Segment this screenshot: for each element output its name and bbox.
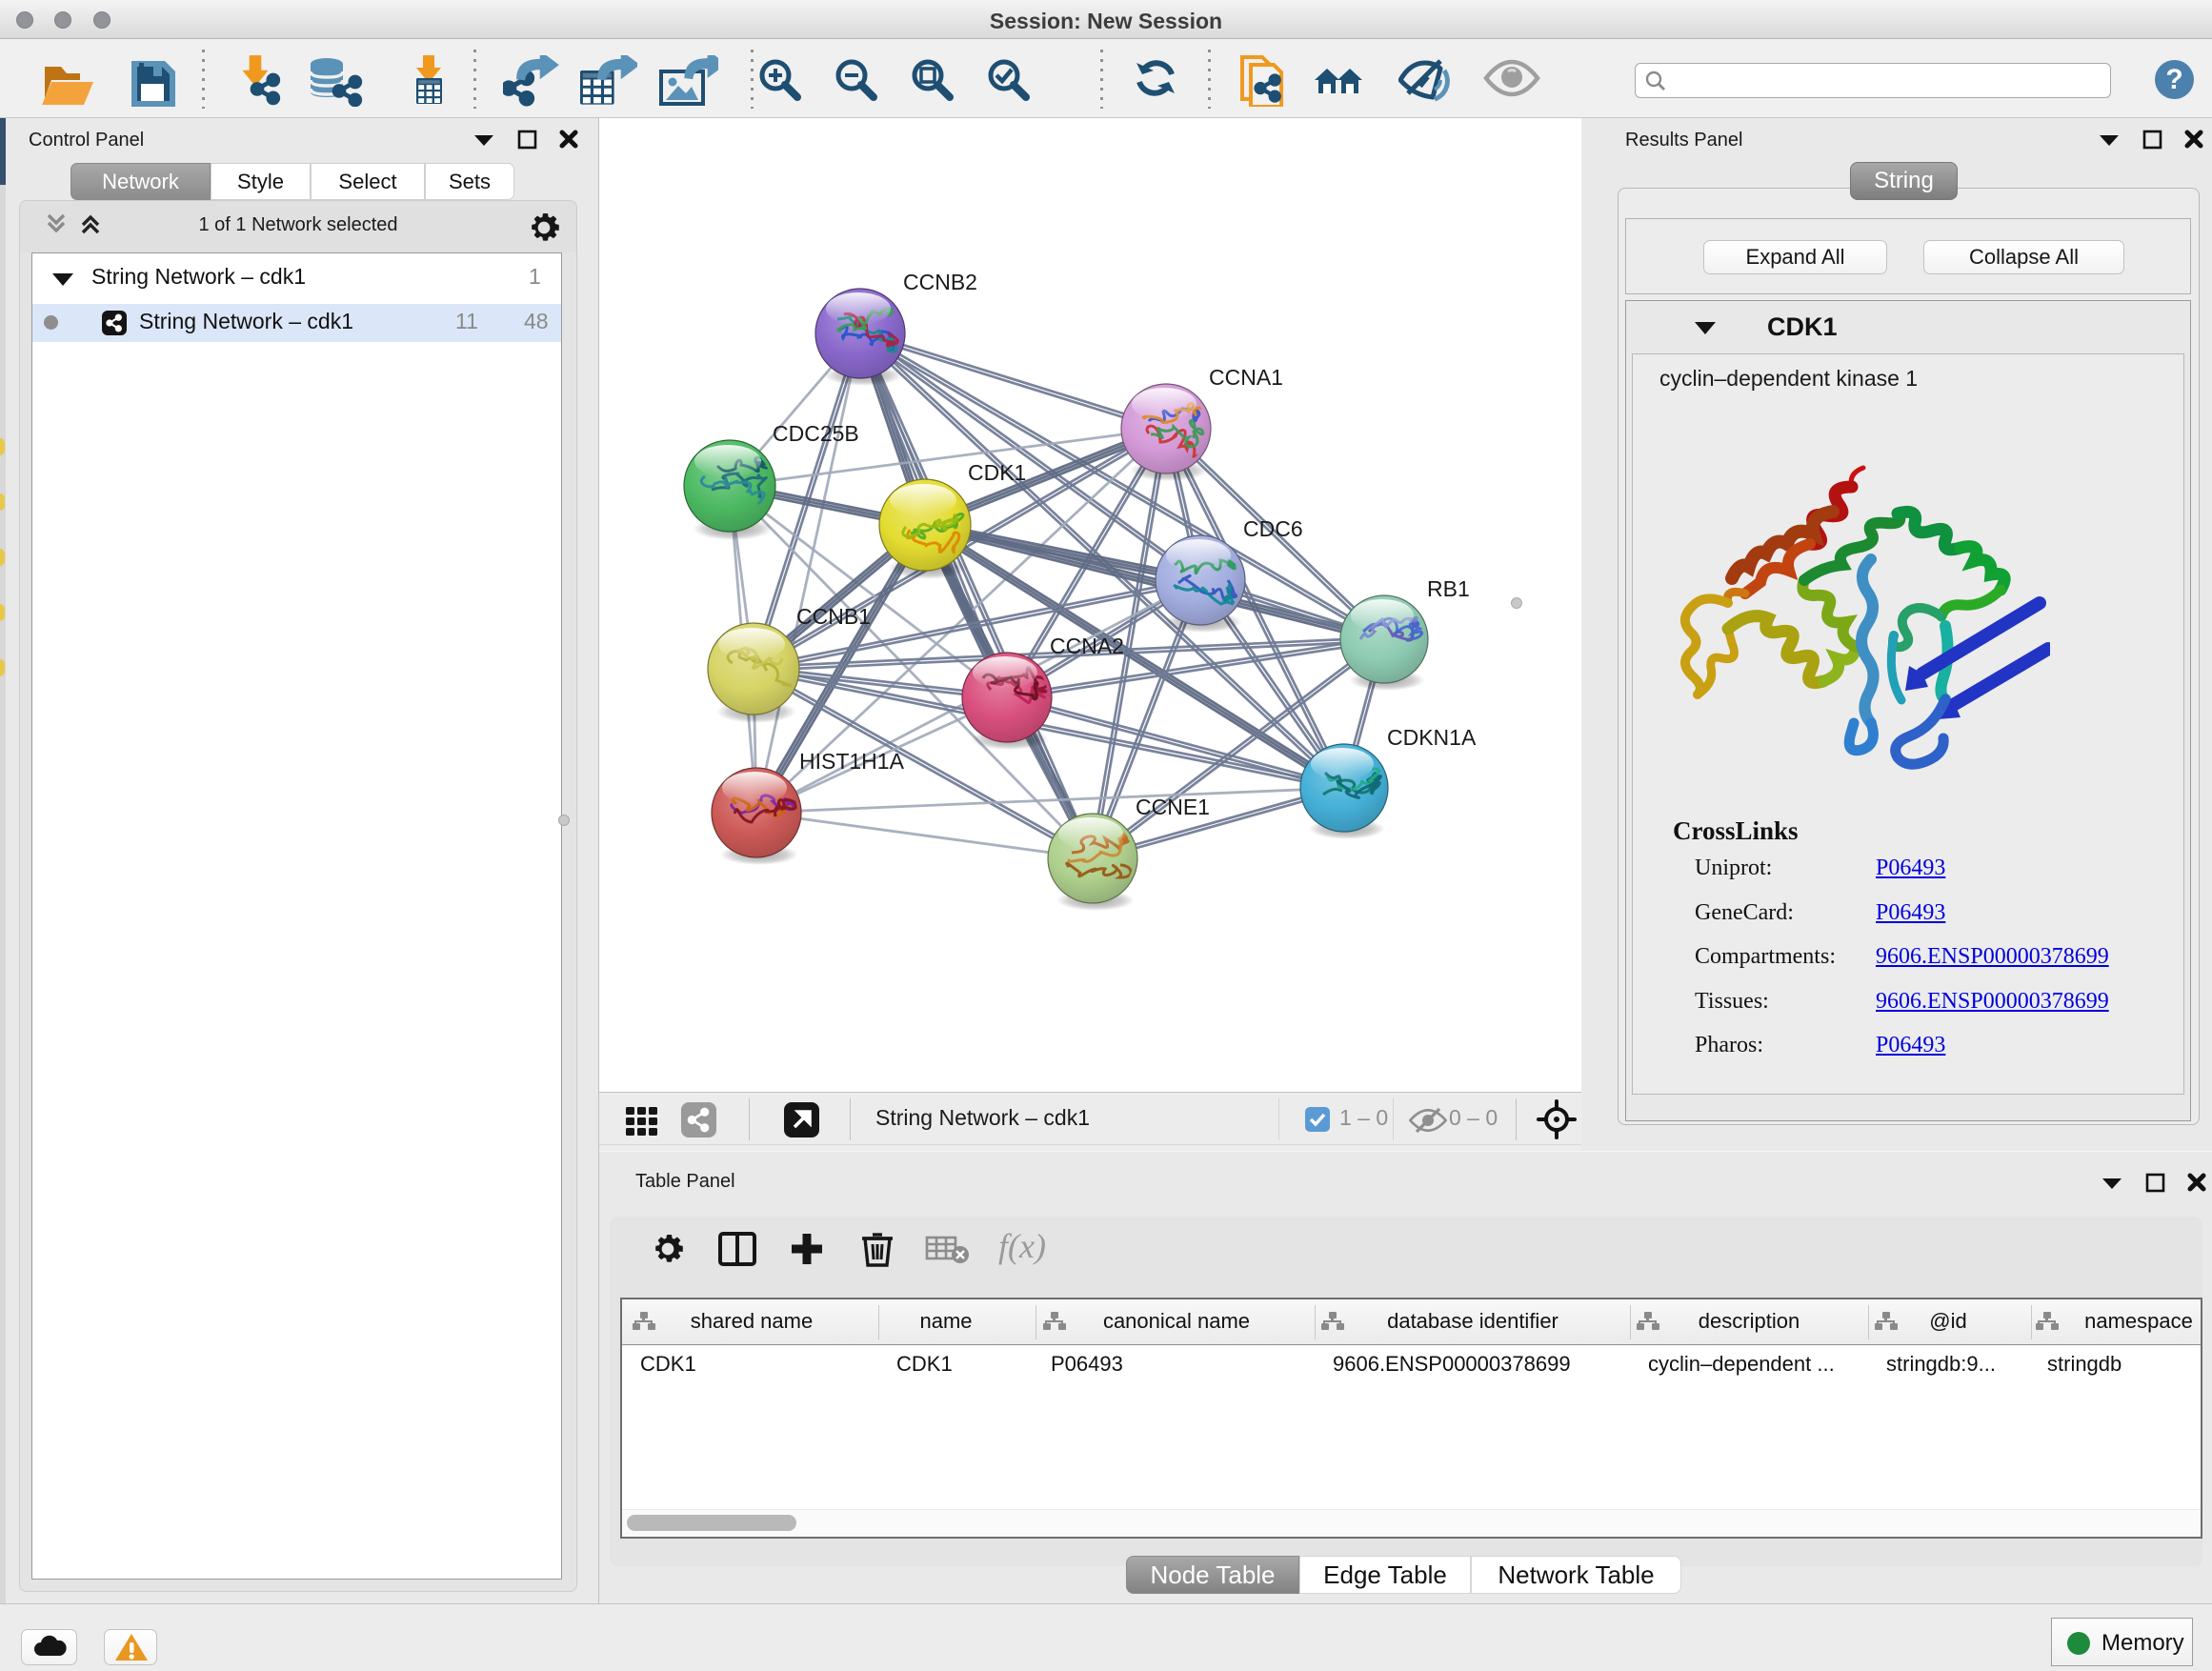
svg-text:CCNB2: CCNB2 [903,270,977,294]
svg-text:HIST1H1A: HIST1H1A [799,749,905,774]
svg-text:CDK1: CDK1 [968,460,1026,485]
svg-text:CCNB1: CCNB1 [796,604,871,629]
svg-text:CDC25B: CDC25B [773,421,859,446]
svg-text:CDC6: CDC6 [1243,516,1303,541]
svg-text:RB1: RB1 [1427,576,1470,601]
svg-text:CCNA2: CCNA2 [1050,634,1124,658]
svg-text:CCNE1: CCNE1 [1136,795,1210,819]
svg-text:CDKN1A: CDKN1A [1387,725,1477,750]
svg-text:CCNA1: CCNA1 [1209,365,1283,390]
